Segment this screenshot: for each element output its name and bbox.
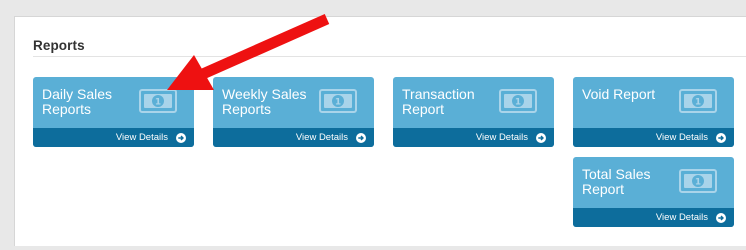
tile-daily-sales-reports[interactable]: Daily Sales Reports 1 View Details [33,77,194,147]
view-details-label: View Details [475,132,528,143]
arrow-circle-right-icon [356,132,366,143]
view-details-link[interactable]: View Details [393,128,554,147]
svg-text:1: 1 [515,98,521,108]
tile-label: Total Sales Report [582,166,651,197]
arrow-circle-right-icon [716,132,726,143]
tile-total-sales-report[interactable]: Total Sales Report 1 View Details [573,157,734,227]
view-details-link[interactable]: View Details [573,208,734,227]
view-details-label: View Details [295,132,348,143]
arrow-circle-right-icon [716,212,726,223]
view-details-label: View Details [655,212,708,223]
svg-text:1: 1 [695,178,701,188]
tile-label: Daily Sales Reports [42,86,113,117]
svg-text:1: 1 [155,98,161,108]
money-icon: 1 [679,89,717,113]
arrow-circle-right-icon [536,132,546,143]
money-icon: 1 [139,89,177,113]
money-icon: 1 [499,89,537,113]
view-details-label: View Details [655,132,708,143]
panel-divider [33,56,746,57]
svg-text:1: 1 [335,98,341,108]
money-icon: 1 [319,89,357,113]
arrow-circle-right-icon [176,132,186,143]
view-details-label: View Details [115,132,168,143]
tile-weekly-sales-reports[interactable]: Weekly Sales Reports 1 View Details [213,77,374,147]
tile-transaction-report[interactable]: Transaction Report 1 View Details [393,77,554,147]
svg-text:1: 1 [695,98,701,108]
panel-title: Reports [33,38,85,53]
money-icon: 1 [679,169,717,193]
tile-label: Weekly Sales Reports [222,86,307,117]
tile-void-report[interactable]: Void Report 1 View Details [573,77,734,147]
view-details-link[interactable]: View Details [213,128,374,147]
tile-label: Void Report [582,86,656,102]
view-details-link[interactable]: View Details [573,128,734,147]
tile-label: Transaction Report [402,86,475,117]
reports-panel: Reports Daily Sales Reports 1 View Detai… [14,16,746,246]
view-details-link[interactable]: View Details [33,128,194,147]
